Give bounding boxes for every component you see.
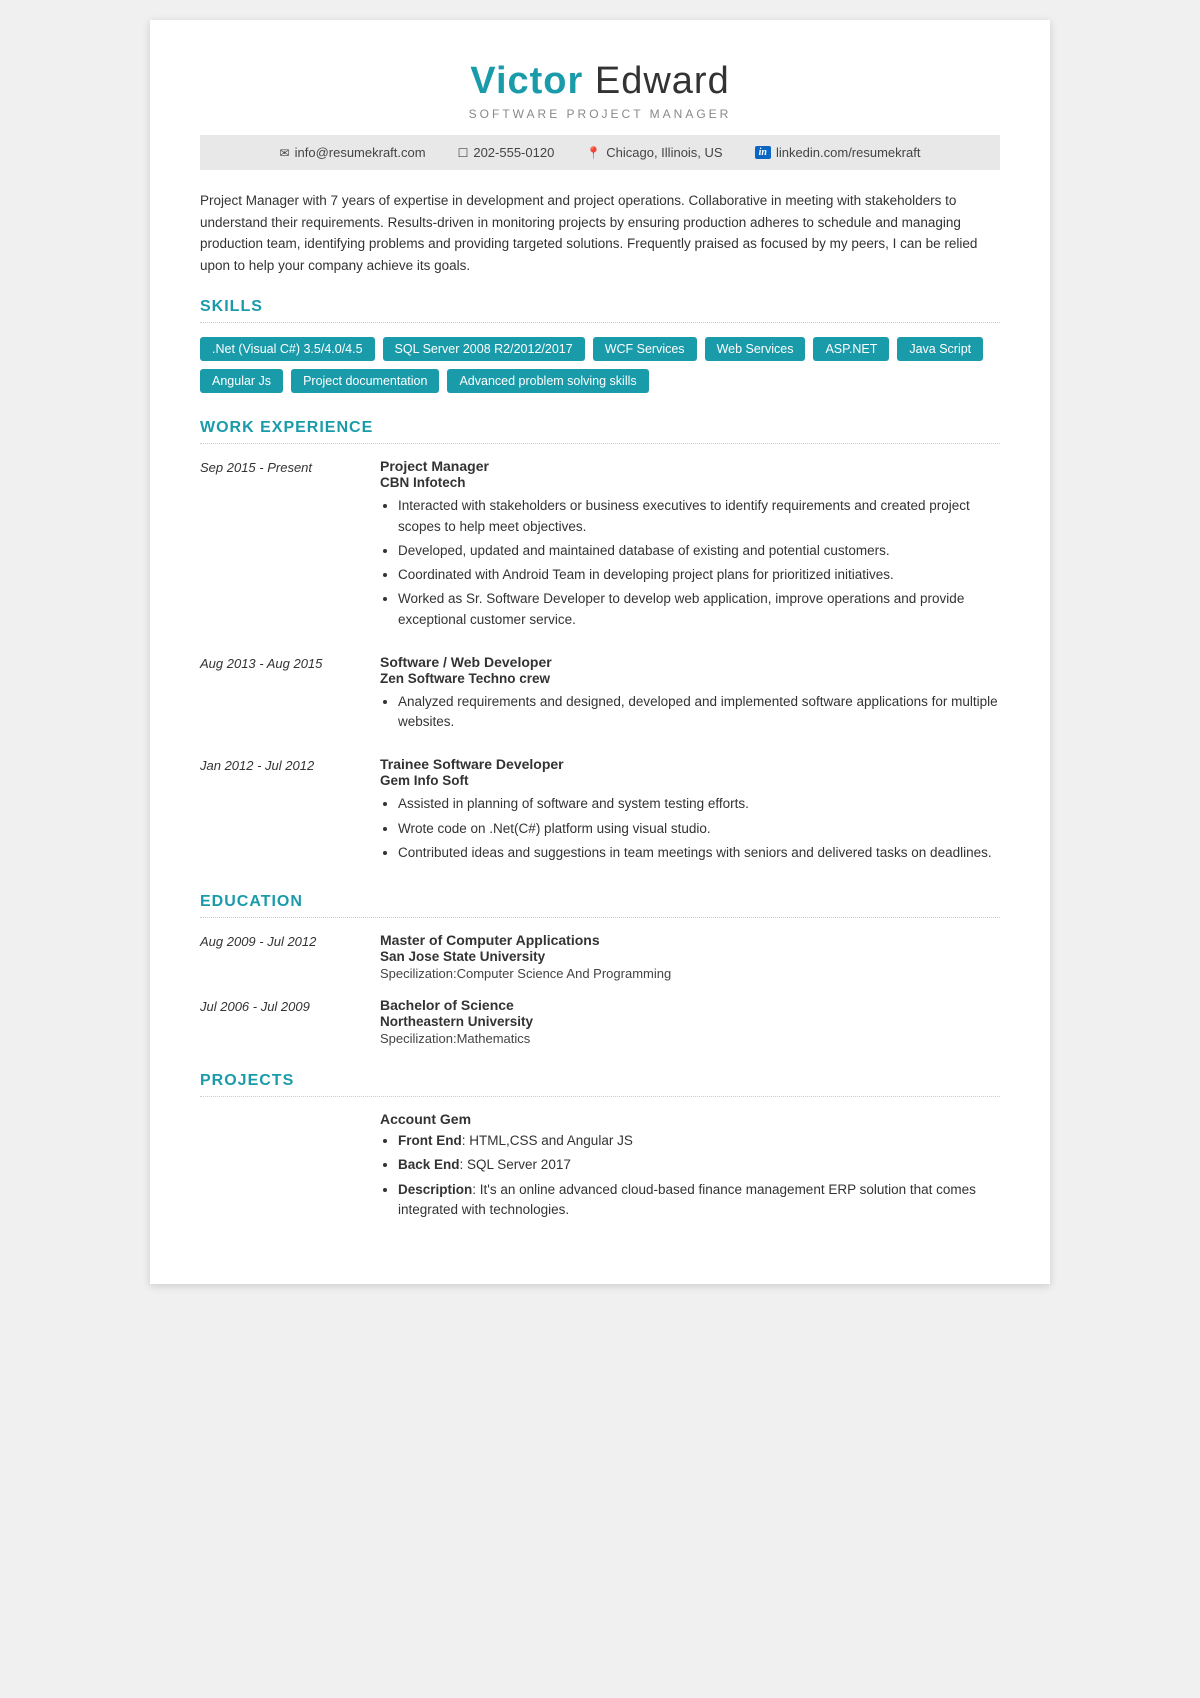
projects-divider [200, 1096, 1000, 1097]
work-details: Software / Web DeveloperZen Software Tec… [380, 654, 1000, 737]
skill-tag: Web Services [705, 337, 806, 361]
work-bullet: Worked as Sr. Software Developer to deve… [398, 589, 1000, 630]
project-name: Account Gem [380, 1111, 1000, 1127]
edu-entry: Jul 2006 - Jul 2009 Bachelor of ScienceNo… [200, 997, 1000, 1046]
skill-tag: Java Script [897, 337, 983, 361]
skill-tag: ASP.NET [813, 337, 889, 361]
work-bullet: Developed, updated and maintained databa… [398, 541, 1000, 561]
phone-text: 202-555-0120 [473, 145, 554, 160]
work-dates: Jan 2012 - Jul 2012 [200, 756, 360, 867]
education-entries: Aug 2009 - Jul 2012 Master of Computer Ap… [200, 932, 1000, 1046]
work-title: WORK EXPERIENCE [200, 419, 1000, 437]
work-bullet: Assisted in planning of software and sys… [398, 794, 1000, 814]
email-text: info@resumekraft.com [295, 145, 426, 160]
work-bullet: Contributed ideas and suggestions in tea… [398, 843, 1000, 863]
edu-spec: Specilization:Mathematics [380, 1031, 1000, 1046]
work-entry: Sep 2015 - PresentProject ManagerCBN Inf… [200, 458, 1000, 634]
work-divider [200, 443, 1000, 444]
edu-school: San Jose State University [380, 949, 1000, 964]
resume-container: Victor Edward SOFTWARE PROJECT MANAGER ✉… [150, 20, 1050, 1284]
project-bullet: Back End: SQL Server 2017 [398, 1155, 1000, 1175]
projects-title: PROJECTS [200, 1072, 1000, 1090]
phone-contact: ☐ 202-555-0120 [458, 145, 555, 160]
full-name: Victor Edward [200, 60, 1000, 103]
location-icon: 📍 [586, 146, 601, 160]
edu-details: Master of Computer ApplicationsSan Jose … [380, 932, 1000, 981]
job-title: SOFTWARE PROJECT MANAGER [200, 107, 1000, 121]
location-contact: 📍 Chicago, Illinois, US [586, 145, 722, 160]
project-bullet: Front End: HTML,CSS and Angular JS [398, 1131, 1000, 1151]
work-bullet: Analyzed requirements and designed, deve… [398, 692, 1000, 733]
work-bullet: Coordinated with Android Team in develop… [398, 565, 1000, 585]
work-bullets: Analyzed requirements and designed, deve… [380, 692, 1000, 733]
education-divider [200, 917, 1000, 918]
project-entry: Account Gem Front End: HTML,CSS and Angul… [200, 1111, 1000, 1224]
work-company: CBN Infotech [380, 475, 1000, 490]
skills-divider [200, 322, 1000, 323]
phone-icon: ☐ [458, 146, 469, 160]
contact-bar: ✉ info@resumekraft.com ☐ 202-555-0120 📍 … [200, 135, 1000, 170]
edu-details: Bachelor of ScienceNortheastern Universi… [380, 997, 1000, 1046]
skill-tag: Project documentation [291, 369, 439, 393]
work-role: Software / Web Developer [380, 654, 1000, 670]
first-name: Victor [470, 60, 583, 102]
work-dates: Aug 2013 - Aug 2015 [200, 654, 360, 737]
linkedin-text: linkedin.com/resumekraft [776, 145, 921, 160]
project-bullets: Front End: HTML,CSS and Angular JS Back E… [380, 1131, 1000, 1220]
work-entries: Sep 2015 - PresentProject ManagerCBN Inf… [200, 458, 1000, 867]
email-contact: ✉ info@resumekraft.com [280, 145, 426, 160]
skills-section: SKILLS .Net (Visual C#) 3.5/4.0/4.5 SQL S… [200, 298, 1000, 393]
work-bullets: Assisted in planning of software and sys… [380, 794, 1000, 863]
projects-section: PROJECTS Account Gem Front End: HTML,CSS … [200, 1072, 1000, 1224]
location-text: Chicago, Illinois, US [606, 145, 722, 160]
project-dates [200, 1111, 360, 1224]
project-bullet: Description: It's an online advanced clo… [398, 1180, 1000, 1221]
skill-tag: WCF Services [593, 337, 697, 361]
work-section: WORK EXPERIENCE Sep 2015 - PresentProjec… [200, 419, 1000, 867]
email-icon: ✉ [280, 146, 290, 160]
education-section: EDUCATION Aug 2009 - Jul 2012 Master of C… [200, 893, 1000, 1046]
work-details: Trainee Software DeveloperGem Info Soft A… [380, 756, 1000, 867]
skill-tag: .Net (Visual C#) 3.5/4.0/4.5 [200, 337, 375, 361]
skill-tag: Angular Js [200, 369, 283, 393]
project-details: Account Gem Front End: HTML,CSS and Angul… [380, 1111, 1000, 1224]
work-bullets: Interacted with stakeholders or business… [380, 496, 1000, 630]
edu-dates: Jul 2006 - Jul 2009 [200, 997, 360, 1046]
edu-dates: Aug 2009 - Jul 2012 [200, 932, 360, 981]
edu-school: Northeastern University [380, 1014, 1000, 1029]
skill-tag: SQL Server 2008 R2/2012/2017 [383, 337, 585, 361]
linkedin-icon: in [755, 146, 771, 159]
work-company: Gem Info Soft [380, 773, 1000, 788]
work-entry: Aug 2013 - Aug 2015Software / Web Develo… [200, 654, 1000, 737]
projects-entries: Account Gem Front End: HTML,CSS and Angul… [200, 1111, 1000, 1224]
work-role: Trainee Software Developer [380, 756, 1000, 772]
last-name: Edward [583, 60, 729, 102]
work-company: Zen Software Techno crew [380, 671, 1000, 686]
work-bullet: Wrote code on .Net(C#) platform using vi… [398, 819, 1000, 839]
skills-title: SKILLS [200, 298, 1000, 316]
edu-degree: Bachelor of Science [380, 997, 1000, 1013]
education-title: EDUCATION [200, 893, 1000, 911]
work-entry: Jan 2012 - Jul 2012Trainee Software Deve… [200, 756, 1000, 867]
skill-tag: Advanced problem solving skills [447, 369, 648, 393]
edu-entry: Aug 2009 - Jul 2012 Master of Computer Ap… [200, 932, 1000, 981]
edu-spec: Specilization:Computer Science And Progr… [380, 966, 1000, 981]
resume-header: Victor Edward SOFTWARE PROJECT MANAGER [200, 60, 1000, 121]
work-bullet: Interacted with stakeholders or business… [398, 496, 1000, 537]
linkedin-contact: in linkedin.com/resumekraft [755, 145, 921, 160]
skills-tags-container: .Net (Visual C#) 3.5/4.0/4.5 SQL Server 2… [200, 337, 1000, 393]
work-dates: Sep 2015 - Present [200, 458, 360, 634]
edu-degree: Master of Computer Applications [380, 932, 1000, 948]
summary-text: Project Manager with 7 years of expertis… [200, 190, 1000, 276]
work-role: Project Manager [380, 458, 1000, 474]
work-details: Project ManagerCBN Infotech Interacted wi… [380, 458, 1000, 634]
